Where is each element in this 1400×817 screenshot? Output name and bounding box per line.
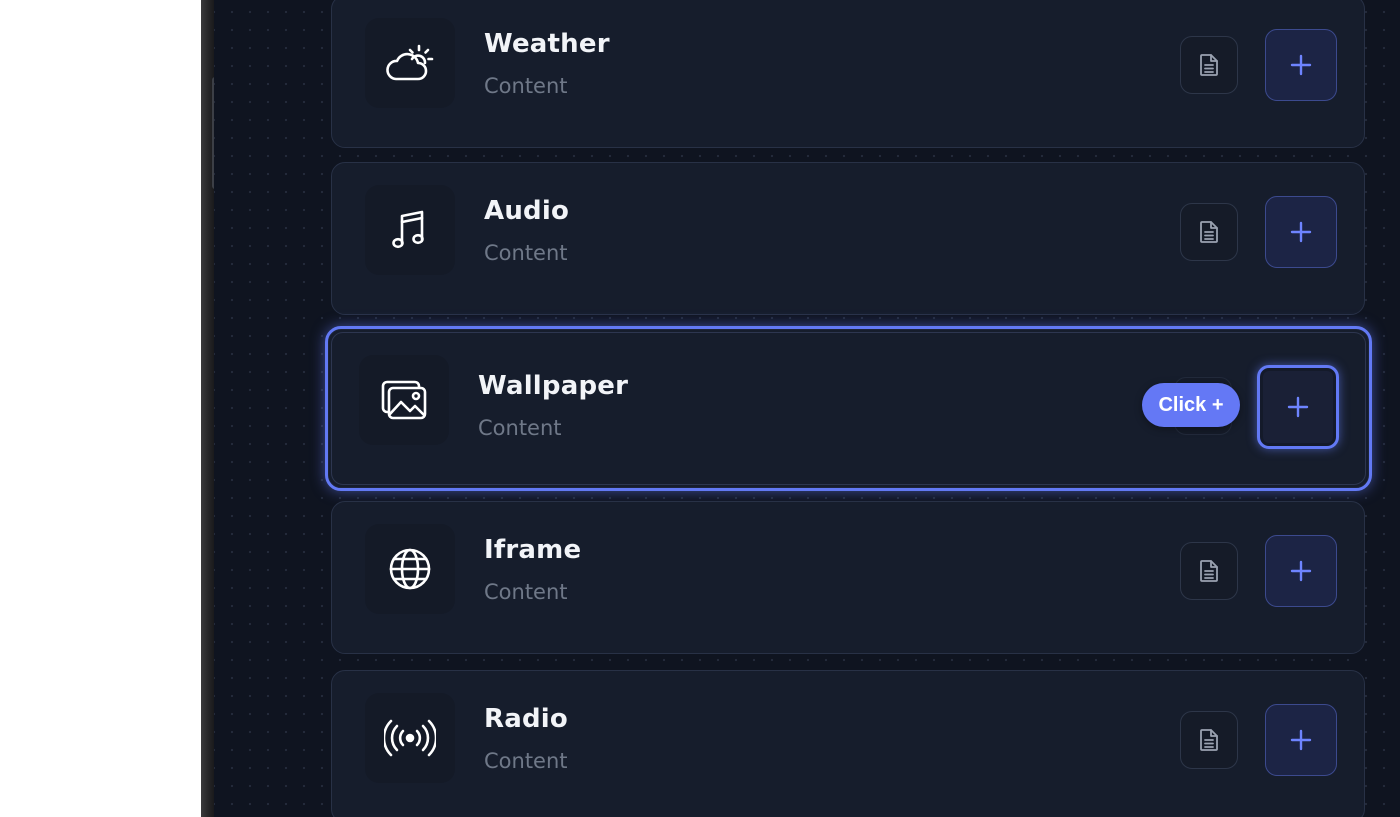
globe-icon (365, 524, 455, 614)
add-widget-button[interactable] (1265, 196, 1337, 268)
widget-card-audio[interactable]: Audio Content (331, 162, 1365, 315)
broadcast-icon (365, 693, 455, 783)
details-button[interactable] (1180, 711, 1238, 769)
plus-icon (1290, 560, 1312, 582)
click-hint-tooltip: Click + (1142, 383, 1240, 427)
details-button[interactable] (1180, 203, 1238, 261)
widget-subtitle: Content (478, 416, 562, 440)
widget-subtitle: Content (484, 749, 568, 773)
widget-title: Iframe (484, 535, 582, 565)
details-button[interactable] (1180, 36, 1238, 94)
widget-subtitle: Content (484, 241, 568, 265)
add-widget-button[interactable] (1265, 535, 1337, 607)
document-icon (1200, 560, 1218, 582)
widget-title: Weather (484, 29, 610, 59)
music-note-icon (365, 185, 455, 275)
details-button[interactable] (1180, 542, 1238, 600)
widget-subtitle: Content (484, 74, 568, 98)
document-icon (1200, 221, 1218, 243)
cloud-sun-icon (365, 18, 455, 108)
add-widget-button[interactable] (1265, 29, 1337, 101)
plus-icon (1290, 221, 1312, 243)
widget-card-radio[interactable]: Radio Content (331, 670, 1365, 817)
plus-icon (1287, 396, 1309, 418)
document-icon (1200, 729, 1218, 751)
image-icon (359, 355, 449, 445)
widget-card-weather[interactable]: Weather Content (331, 0, 1365, 148)
widget-title: Wallpaper (478, 371, 629, 401)
widget-title: Radio (484, 704, 568, 734)
widget-title: Audio (484, 196, 570, 226)
plus-icon (1290, 729, 1312, 751)
widget-card-wallpaper[interactable]: Wallpaper Content Click + (325, 326, 1372, 491)
plus-icon (1290, 54, 1312, 76)
widget-subtitle: Content (484, 580, 568, 604)
document-icon (1200, 54, 1218, 76)
page-background (0, 0, 201, 817)
add-widget-button[interactable] (1257, 365, 1339, 449)
widget-list-panel: Weather Content Audio Content Wallpaper … (214, 0, 1400, 817)
widget-card-iframe[interactable]: Iframe Content (331, 501, 1365, 654)
add-widget-button[interactable] (1265, 704, 1337, 776)
